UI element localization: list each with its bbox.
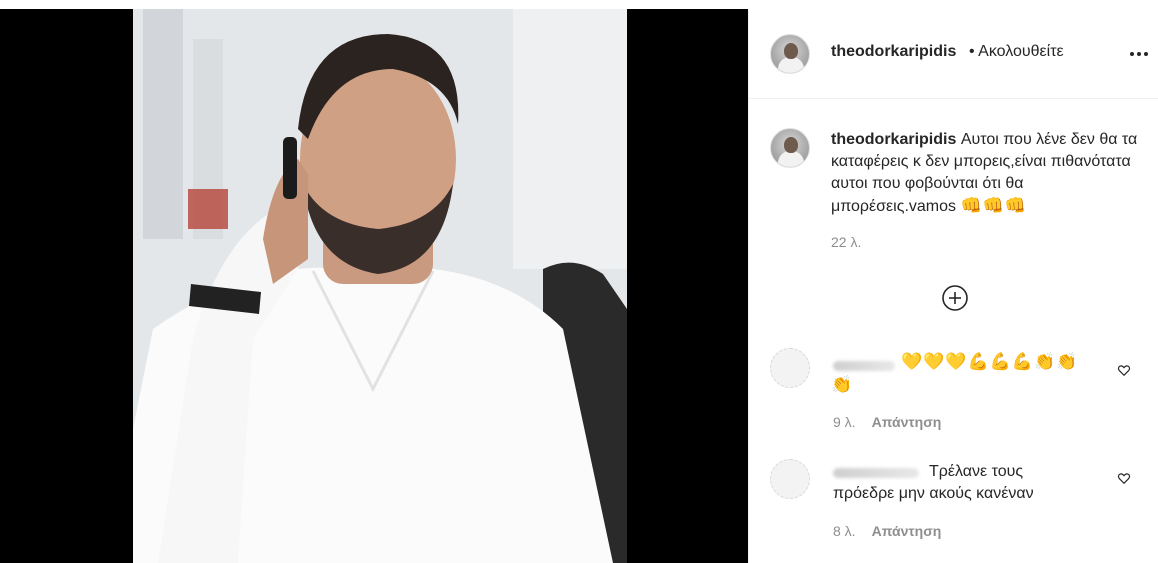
- commenter-avatar[interactable]: [770, 459, 810, 499]
- comment-timestamp[interactable]: 8 λ.: [833, 523, 856, 539]
- commenter-avatar[interactable]: [770, 348, 810, 388]
- comment-text-line1: Τρέλανε τους: [929, 463, 1024, 480]
- heart-icon[interactable]: [1117, 471, 1131, 485]
- caption-timestamp[interactable]: 22 λ.: [831, 234, 861, 250]
- author-avatar[interactable]: [770, 34, 810, 74]
- comment-meta: 9 λ. Απάντηση: [833, 414, 941, 430]
- caption-text: theodorkaripidis Αυτοι που λένε δεν θα τ…: [831, 129, 1141, 218]
- comment-emoji-line2: 👏: [831, 375, 854, 395]
- comment-timestamp[interactable]: 9 λ.: [833, 414, 856, 430]
- comment-text: 💛💛💛💪💪💪👏👏 👏: [831, 351, 1111, 397]
- commenter-username-blurred[interactable]: [833, 361, 895, 371]
- more-horizontal-icon[interactable]: [1127, 42, 1151, 66]
- avatar-shirt: [778, 151, 804, 167]
- avatar-shirt: [778, 57, 804, 73]
- reply-button[interactable]: Απάντηση: [872, 523, 942, 539]
- plus-circle-icon[interactable]: [941, 284, 969, 312]
- caption-username[interactable]: theodorkaripidis: [831, 131, 956, 148]
- avatar-face: [784, 137, 798, 153]
- reply-button[interactable]: Απάντηση: [872, 414, 942, 430]
- comment-meta: 8 λ. Απάντηση: [833, 523, 941, 539]
- man-on-phone-photo: [133, 9, 627, 563]
- post-photo[interactable]: [133, 9, 627, 563]
- comment-text: Τρέλανε τους πρόεδρε μην ακούς κανέναν: [833, 461, 1113, 505]
- caption-avatar[interactable]: [770, 128, 810, 168]
- caption-emoji: 👊👊👊: [960, 196, 1027, 216]
- follow-status[interactable]: • Ακολουθείτε: [969, 43, 1064, 61]
- comment-text-line2: πρόεδρε μην ακούς κανέναν: [833, 485, 1034, 502]
- post-media[interactable]: [0, 9, 748, 563]
- author-username[interactable]: theodorkaripidis: [831, 43, 956, 61]
- avatar-face: [784, 43, 798, 59]
- comment-emoji-line1: 💛💛💛💪💪💪👏👏: [901, 352, 1079, 372]
- post-header: theodorkaripidis • Ακολουθείτε: [749, 9, 1158, 99]
- heart-icon[interactable]: [1117, 363, 1131, 377]
- post-side-panel: theodorkaripidis • Ακολουθείτε theodorka…: [748, 9, 1158, 563]
